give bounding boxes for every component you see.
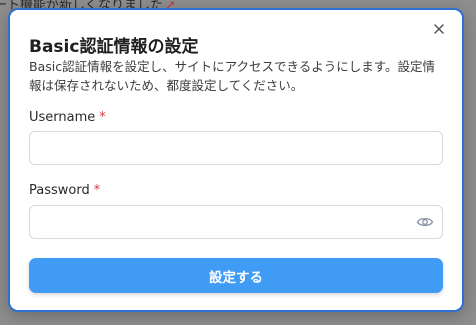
username-label: Username * (29, 110, 106, 125)
required-mark: * (93, 183, 101, 198)
username-input[interactable] (29, 131, 443, 165)
dialog-title: Basic認証情報の設定 (29, 37, 199, 57)
toggle-password-visibility-button[interactable] (416, 214, 434, 230)
close-button[interactable] (430, 20, 448, 38)
submit-button[interactable]: 設定する (29, 258, 443, 293)
close-icon (434, 24, 444, 34)
eye-icon (416, 217, 434, 227)
password-input[interactable] (29, 205, 443, 239)
password-label-text: Password (29, 183, 90, 198)
basic-auth-dialog: Basic認証情報の設定 Basic認証情報を設定し、サイトにアクセスできるよう… (8, 8, 464, 312)
username-label-text: Username (29, 110, 96, 125)
required-mark: * (99, 110, 106, 125)
password-label: Password * (29, 183, 100, 198)
dialog-description: Basic認証情報を設定し、サイトにアクセスできるようにします。設定情報は保存さ… (29, 59, 435, 93)
